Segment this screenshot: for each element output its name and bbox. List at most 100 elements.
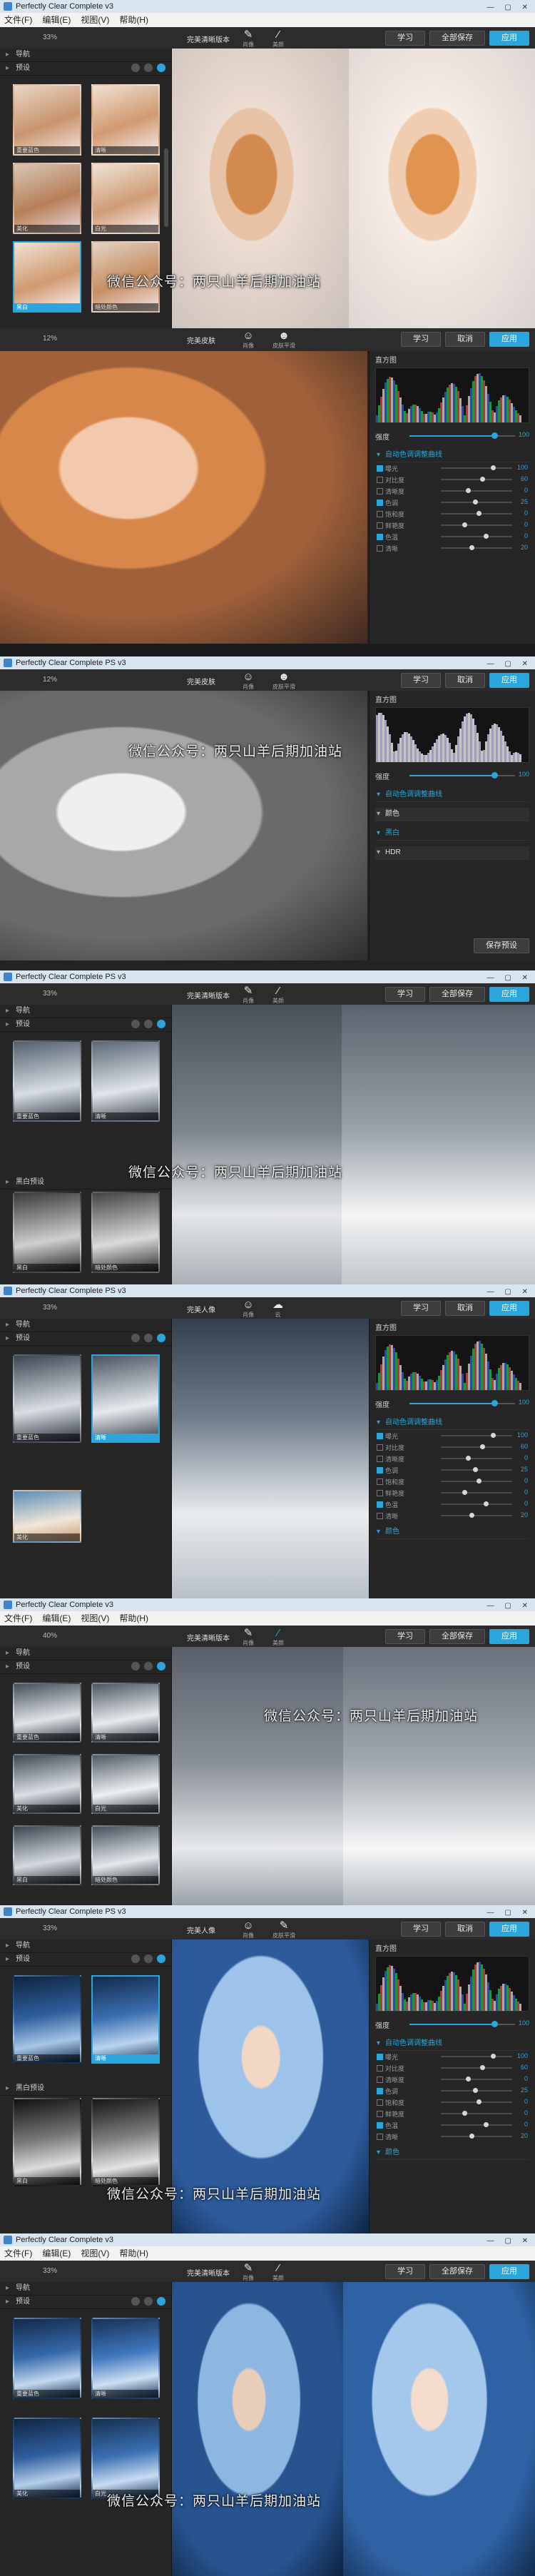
menu-edit[interactable]: 编辑(E) xyxy=(42,15,71,25)
strength-slider[interactable]: 强度 100 xyxy=(375,769,529,783)
learn-button[interactable]: 学习 xyxy=(401,332,441,347)
color-section[interactable]: 颜色 xyxy=(375,808,529,821)
cancel-button[interactable]: 取消 xyxy=(445,673,485,688)
bw-presets-header[interactable]: 黑白预设 xyxy=(0,2082,171,2096)
save-preset-button[interactable]: 保存预设 xyxy=(474,938,529,953)
preset-thumb[interactable]: 重要蓝色 xyxy=(13,1354,81,1443)
slider-knob[interactable] xyxy=(484,1501,489,1506)
save-all-button[interactable]: 全部保存 xyxy=(429,31,485,46)
preset-thumb-selected[interactable]: 清晰 xyxy=(91,1354,160,1443)
presets-header[interactable]: 预设 xyxy=(0,1018,171,1032)
slider-knob[interactable] xyxy=(466,2076,471,2081)
hdr-section[interactable]: HDR xyxy=(375,846,529,860)
preset-thumb[interactable]: 重要蓝色 xyxy=(13,1040,81,1122)
preset-thumb-selected[interactable]: 清晰 xyxy=(91,1975,160,2064)
save-all-button[interactable]: 全部保存 xyxy=(429,1629,485,1644)
presets-header[interactable]: 预设 xyxy=(0,1332,171,1346)
slider-checkbox[interactable] xyxy=(377,1444,383,1451)
learn-button[interactable]: 学习 xyxy=(385,31,425,46)
folder-icon[interactable] xyxy=(131,64,140,72)
menu-view[interactable]: 视图(V) xyxy=(81,1613,109,1623)
mode-portrait[interactable]: ☺ 肖像 xyxy=(243,1299,254,1319)
mode-portrait[interactable]: ✎ 肖像 xyxy=(243,985,254,1005)
slider-checkbox[interactable] xyxy=(377,534,383,540)
preset-thumb-selected[interactable]: 黑白 xyxy=(13,241,81,313)
help-icon[interactable] xyxy=(157,1334,165,1342)
menu-view[interactable]: 视图(V) xyxy=(81,2248,109,2258)
slider-knob[interactable] xyxy=(473,2088,478,2093)
slider-knob[interactable] xyxy=(480,2065,485,2070)
window-controls[interactable]: — ▢ ✕ xyxy=(487,1600,532,1613)
adjust-slider[interactable]: 对比度 60 xyxy=(375,474,529,485)
slider-checkbox[interactable] xyxy=(377,2076,383,2083)
adjust-slider[interactable]: 清晰度 0 xyxy=(375,485,529,497)
slider-knob[interactable] xyxy=(491,1433,496,1438)
slider-checkbox[interactable] xyxy=(377,477,383,483)
mode-portrait[interactable]: ☺ 肖像 xyxy=(243,1920,254,1939)
folder-icon[interactable] xyxy=(131,1334,140,1342)
zoom-level[interactable]: 33% xyxy=(43,990,57,998)
preset-thumb[interactable]: 美化 xyxy=(13,2418,81,2499)
zoom-level[interactable]: 33% xyxy=(43,34,57,41)
strength-slider[interactable]: 强度 100 xyxy=(375,2017,529,2032)
slider-checkbox[interactable] xyxy=(377,1501,383,1508)
slider-checkbox[interactable] xyxy=(377,1513,383,1519)
preset-thumb[interactable]: 美化 xyxy=(13,1754,81,1814)
menu-help[interactable]: 帮助(H) xyxy=(119,2248,148,2258)
color-section[interactable]: 颜色 xyxy=(375,1526,529,1539)
adjust-slider[interactable]: 清晰 20 xyxy=(375,542,529,554)
slider-checkbox[interactable] xyxy=(377,2099,383,2106)
slider-checkbox[interactable] xyxy=(377,1433,383,1439)
preset-thumb[interactable]: 清晰 xyxy=(91,2318,160,2399)
folder-icon[interactable] xyxy=(131,1020,140,1028)
auto-tone-section[interactable]: 自动色调调整曲线 xyxy=(375,449,529,462)
adjust-slider[interactable]: 清晰度 0 xyxy=(375,1453,529,1464)
zoom-level[interactable]: 12% xyxy=(43,676,57,684)
learn-button[interactable]: 学习 xyxy=(385,2264,425,2279)
slider-knob[interactable] xyxy=(491,2054,496,2059)
apply-button[interactable]: 应用 xyxy=(489,1922,529,1937)
slider-knob[interactable] xyxy=(477,2099,482,2104)
slider-checkbox[interactable] xyxy=(377,2111,383,2117)
preset-name[interactable]: 完美清晰版本 xyxy=(187,34,230,44)
slider-knob[interactable] xyxy=(462,522,467,527)
mode-portrait[interactable]: ✎ 肖像 xyxy=(243,29,254,49)
preset-thumb[interactable]: 暗处颜色 xyxy=(91,2098,160,2186)
menu-view[interactable]: 视图(V) xyxy=(81,15,109,25)
presets-header[interactable]: 预设 xyxy=(0,1660,171,1674)
left-scrollbar[interactable] xyxy=(164,148,168,227)
zoom-level[interactable]: 12% xyxy=(43,335,57,343)
adjust-slider[interactable]: 对比度 60 xyxy=(375,1441,529,1453)
menu-file[interactable]: 文件(F) xyxy=(4,15,32,25)
menu-file[interactable]: 文件(F) xyxy=(4,1613,32,1623)
preset-thumb[interactable]: 重要蓝色 xyxy=(13,2318,81,2399)
menu-file[interactable]: 文件(F) xyxy=(4,2248,32,2258)
slider-checkbox[interactable] xyxy=(377,522,383,529)
slider-checkbox[interactable] xyxy=(377,500,383,506)
preset-name[interactable]: 完美清晰版本 xyxy=(187,2267,230,2278)
nav-header[interactable]: 导航 xyxy=(0,1319,171,1332)
preset-thumb[interactable]: 重要蓝色 xyxy=(13,84,81,156)
cancel-button[interactable]: 取消 xyxy=(445,332,485,347)
presets-header[interactable]: 预设 xyxy=(0,1953,171,1967)
slider-checkbox[interactable] xyxy=(377,545,383,552)
slider-checkbox[interactable] xyxy=(377,2134,383,2140)
adjust-slider[interactable]: 饱和度 0 xyxy=(375,2096,529,2108)
slider-knob[interactable] xyxy=(469,2134,474,2139)
mode-portrait[interactable]: ☺ 肖像 xyxy=(243,671,254,691)
strength-knob[interactable] xyxy=(491,2021,499,2027)
auto-tone-section[interactable]: 自动色调调整曲线 xyxy=(375,788,529,802)
strength-knob[interactable] xyxy=(491,772,499,779)
save-all-button[interactable]: 全部保存 xyxy=(429,987,485,1002)
adjust-slider[interactable]: 色调 25 xyxy=(375,1464,529,1476)
preset-thumb[interactable]: 清晰 xyxy=(91,1040,160,1122)
slider-checkbox[interactable] xyxy=(377,1479,383,1485)
nav-header[interactable]: 导航 xyxy=(0,1005,171,1018)
learn-button[interactable]: 学习 xyxy=(385,987,425,1002)
preset-thumb[interactable]: 暗处颜色 xyxy=(91,1825,160,1885)
folder-icon[interactable] xyxy=(131,1954,140,1963)
slider-checkbox[interactable] xyxy=(377,2054,383,2060)
preset-thumb[interactable]: 白光 xyxy=(91,163,160,234)
nav-header[interactable]: 导航 xyxy=(0,49,171,62)
slider-checkbox[interactable] xyxy=(377,488,383,495)
